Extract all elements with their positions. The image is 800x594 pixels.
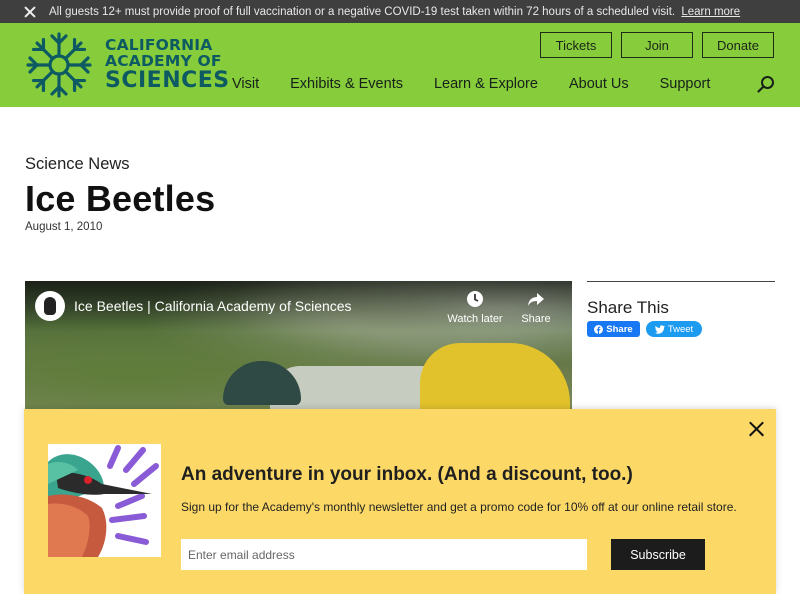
bee-eater-bird-icon	[48, 445, 159, 557]
clock-icon	[467, 291, 483, 307]
share-divider	[587, 281, 775, 282]
watch-later-label: Watch later	[447, 313, 503, 325]
close-alert-icon[interactable]	[21, 3, 39, 21]
close-icon[interactable]	[748, 421, 764, 437]
logo-wordmark: CALIFORNIA ACADEMY OF SCIENCES	[105, 37, 230, 93]
video-title[interactable]: Ice Beetles | California Academy of Scie…	[74, 298, 352, 314]
facebook-share-button[interactable]: Share	[587, 321, 640, 337]
newsletter-heading: An adventure in your inbox. (And a disco…	[181, 464, 633, 485]
nav-item-visit[interactable]: Visit	[232, 76, 259, 92]
snowflake-logo-icon	[26, 32, 92, 98]
alert-message: All guests 12+ must provide proof of ful…	[49, 6, 740, 18]
nav-item-exhibits-events[interactable]: Exhibits & Events	[290, 76, 403, 92]
video-share-label: Share	[521, 313, 551, 325]
article-category[interactable]: Science News	[25, 155, 130, 174]
nav-item-learn-explore[interactable]: Learn & Explore	[434, 76, 538, 92]
video-player[interactable]: Ice Beetles | California Academy of Scie…	[25, 281, 572, 411]
header-actions: Tickets Join Donate	[540, 32, 774, 58]
logo-line-3: SCIENCES	[105, 68, 230, 93]
watch-later-button[interactable]: Watch later	[445, 290, 505, 325]
penguin-icon	[44, 297, 56, 315]
newsletter-popup: An adventure in your inbox. (And a disco…	[24, 409, 776, 594]
alert-text: All guests 12+ must provide proof of ful…	[49, 5, 676, 18]
donate-button[interactable]: Donate	[702, 32, 774, 58]
main-nav: Visit Exhibits & Events Learn & Explore …	[232, 76, 741, 92]
covid-alert-bar: All guests 12+ must provide proof of ful…	[0, 0, 800, 23]
bird-illustration	[48, 444, 161, 557]
article-date: August 1, 2010	[25, 221, 103, 233]
tickets-button[interactable]: Tickets	[540, 32, 612, 58]
subscribe-button[interactable]: Subscribe	[611, 539, 705, 570]
tweet-button[interactable]: Tweet	[646, 321, 702, 337]
channel-avatar[interactable]	[35, 291, 65, 321]
twitter-bird-icon	[654, 324, 665, 334]
logo-line-2: ACADEMY OF	[105, 51, 222, 70]
video-share-button[interactable]: Share	[518, 290, 554, 325]
newsletter-subtext: Sign up for the Academy's monthly newsle…	[181, 500, 737, 514]
facebook-icon	[594, 324, 604, 334]
academy-logo[interactable]: CALIFORNIA ACADEMY OF SCIENCES	[25, 31, 230, 99]
tweet-label: Tweet	[667, 323, 694, 335]
share-arrow-icon	[528, 293, 544, 306]
facebook-share-label: Share	[606, 323, 633, 335]
site-header: CALIFORNIA ACADEMY OF SCIENCES Tickets J…	[0, 23, 800, 107]
search-icon[interactable]	[757, 75, 775, 93]
nav-item-about-us[interactable]: About Us	[569, 76, 629, 92]
share-heading: Share This	[587, 298, 669, 317]
email-field[interactable]	[181, 539, 587, 570]
page-title: Ice Beetles	[25, 178, 216, 219]
join-button[interactable]: Join	[621, 32, 693, 58]
nav-item-support[interactable]: Support	[660, 76, 711, 92]
learn-more-link[interactable]: Learn more	[681, 6, 740, 18]
